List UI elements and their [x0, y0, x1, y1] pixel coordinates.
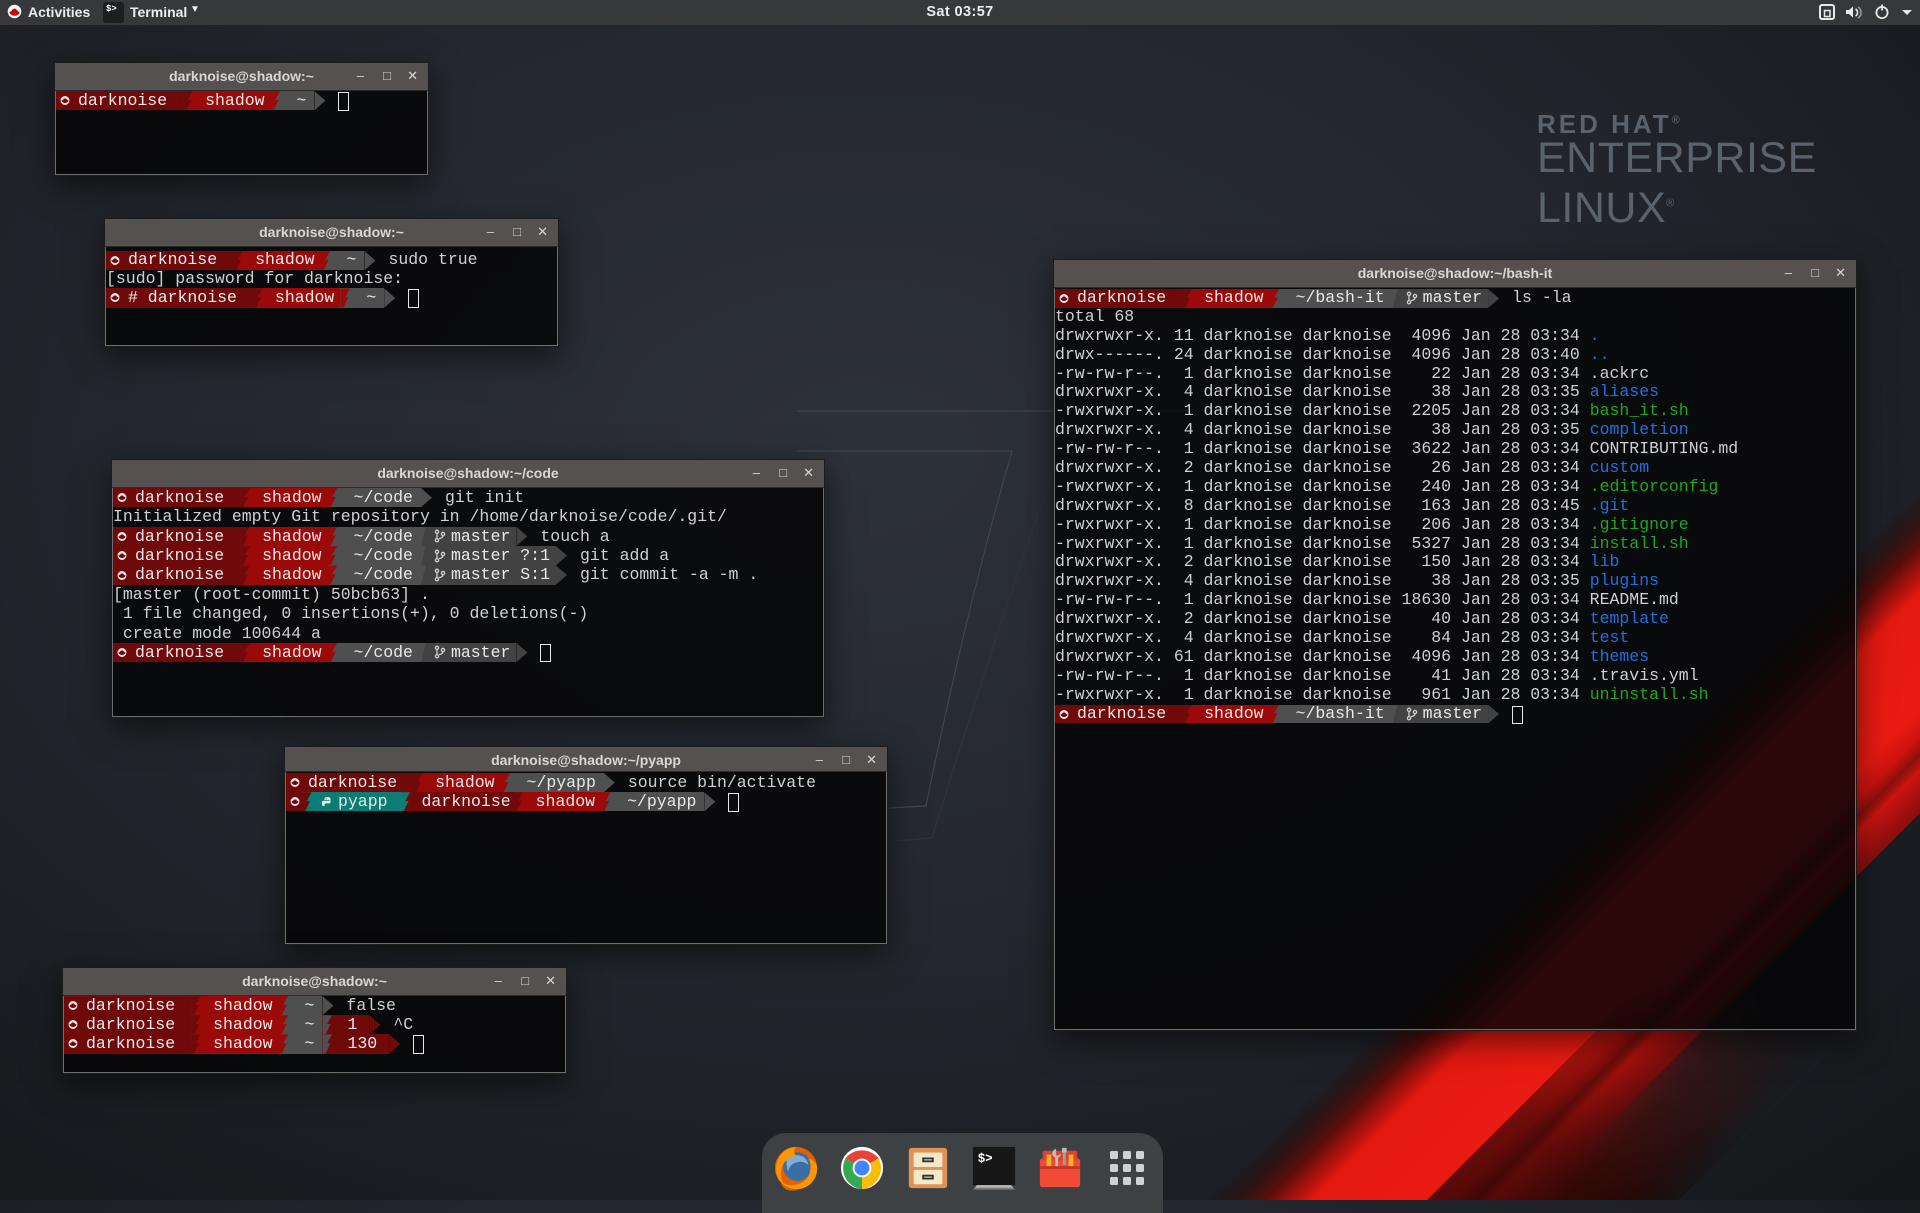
- svg-text:$>: $>: [978, 1152, 993, 1166]
